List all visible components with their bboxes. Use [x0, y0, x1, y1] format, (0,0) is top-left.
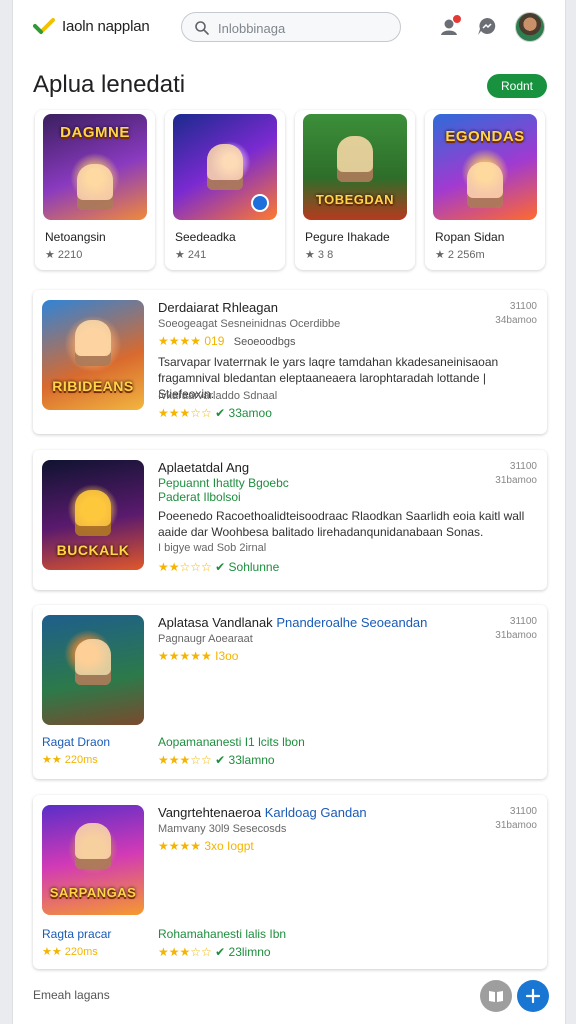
featured-title: Netoangsin — [45, 230, 106, 244]
page-title: Aplua lenedati — [33, 71, 186, 98]
app-title: Derdaiarat Rhleagan — [158, 300, 278, 315]
rating-row: ★★★☆☆ ✔ 33amoo — [158, 406, 272, 420]
header-action-button[interactable]: Rodnt — [487, 74, 547, 98]
app-subtitle: Mamvany 30l9 Sesecosds — [158, 823, 287, 835]
featured-meta: ★ 241 — [175, 249, 207, 261]
app-title: Aplaetatdal Ang — [158, 460, 250, 475]
app-tagline: Aopamananesti I1 lcits lbon — [158, 735, 305, 749]
chat-icon — [478, 17, 496, 35]
logo-icon — [33, 18, 55, 34]
featured-meta: ★ 2 256m — [435, 249, 485, 261]
star-rating: ★★★★ 3xo Iogpt — [158, 839, 254, 853]
app-tagline-secondary: Paderat Ilbolsoi — [158, 490, 241, 504]
app-subtitle: Pagnaugr Aoearaat — [158, 633, 253, 645]
developer-link[interactable]: Karldoag Gandan — [265, 805, 367, 820]
featured-meta: ★ 3 8 — [305, 249, 334, 261]
search-input[interactable] — [218, 18, 388, 38]
search-icon — [195, 21, 209, 35]
featured-card[interactable]: Seedeadka ★ 241 — [165, 110, 285, 270]
app-tagline: Pepuannt Ihatlty Bgoebc — [158, 476, 289, 490]
side-info: 31100 31bamoo — [495, 806, 537, 831]
book-icon — [489, 991, 503, 1002]
game-art-image: BUCKALK — [42, 460, 144, 570]
featured-meta: ★ 2210 — [45, 249, 83, 261]
rating-row: ★★★☆☆ ✔ 23limno — [158, 945, 271, 959]
app-screen: Iaoln napplan Aplua lenedati Rodnt — [12, 0, 566, 1024]
featured-title: Ropan Sidan — [435, 230, 505, 244]
app-tagline: Rohamahanesti lalis Ibn — [158, 927, 287, 941]
featured-card[interactable]: DAGMNE Netoangsin ★ 2210 — [35, 110, 155, 270]
plus-icon — [525, 988, 541, 1004]
list-item[interactable]: BUCKALK Aplaetatdal Ang Pepuannt Ihatlty… — [33, 450, 547, 590]
star-rating: ★★★★★ I3oo — [158, 649, 239, 663]
rating-row: ★★☆☆☆ ✔ Sohlunne — [158, 560, 280, 574]
play-badge-icon — [251, 194, 269, 212]
game-art-image: EGONDAS — [433, 114, 537, 220]
footer-text: Emeah lagans — [33, 988, 110, 1002]
app-label[interactable]: Ragta pracar — [42, 927, 111, 941]
secondary-rating: ★★ 220ms — [42, 946, 98, 958]
featured-title: Seedeadka — [175, 230, 236, 244]
notification-dot — [452, 14, 462, 24]
list-item[interactable]: RIBIDEANS Derdaiarat Rhleagan Soeogeagat… — [33, 290, 547, 434]
featured-card[interactable]: EGONDAS Ropan Sidan ★ 2 256m — [425, 110, 545, 270]
brand-name: Iaoln napplan — [62, 18, 150, 35]
top-bar: Iaoln napplan — [13, 0, 567, 56]
secondary-rating: ★★ 220ms — [42, 754, 98, 766]
avatar[interactable] — [515, 12, 545, 42]
featured-card[interactable]: TOBEGDAN Pegure Ihakade ★ 3 8 — [295, 110, 415, 270]
app-label[interactable]: Ragat Draon — [42, 735, 110, 749]
star-rating: ★★★★ 019 Seoeoodbgs — [158, 334, 296, 348]
app-description: Poeenedo Racoethoalidteisoodraac Rlaodka… — [158, 509, 525, 539]
app-meta: I bigye wad Sob 2irnal — [158, 542, 267, 554]
side-info: 31100 31bamoo — [495, 461, 537, 486]
app-meta: Ivkaraarvarladdo Sdnaal — [158, 390, 278, 402]
app-subtitle: Soeogeagat Sesneinidnas Ocerdibbe — [158, 318, 341, 330]
chat-button[interactable] — [474, 14, 500, 40]
search-bar[interactable] — [181, 12, 401, 42]
app-title: Vangrtehtenaeroa Karldoag Gandan — [158, 805, 367, 820]
game-art-image: DAGMNE — [43, 114, 147, 220]
side-info: 31100 34bamoo — [495, 301, 537, 326]
side-info: 31100 31bamoo — [495, 616, 537, 641]
library-button[interactable] — [480, 980, 512, 1012]
game-art-image — [42, 615, 144, 725]
account-notification-button[interactable] — [438, 14, 464, 40]
featured-title: Pegure Ihakade — [305, 230, 390, 244]
game-art-image — [173, 114, 277, 220]
app-title: Aplatasa Vandlanak Pnanderoalhe Seoeanda… — [158, 615, 428, 630]
rating-row: ★★★☆☆ ✔ 33lamno — [158, 753, 275, 767]
list-item[interactable]: Aplatasa Vandlanak Pnanderoalhe Seoeanda… — [33, 605, 547, 779]
developer-link[interactable]: Pnanderoalhe Seoeandan — [276, 615, 427, 630]
add-button[interactable] — [517, 980, 549, 1012]
game-art-image: SARPANGAS — [42, 805, 144, 915]
game-art-image: TOBEGDAN — [303, 114, 407, 220]
game-art-image: RIBIDEANS — [42, 300, 144, 410]
list-item[interactable]: SARPANGAS Vangrtehtenaeroa Karldoag Gand… — [33, 795, 547, 969]
